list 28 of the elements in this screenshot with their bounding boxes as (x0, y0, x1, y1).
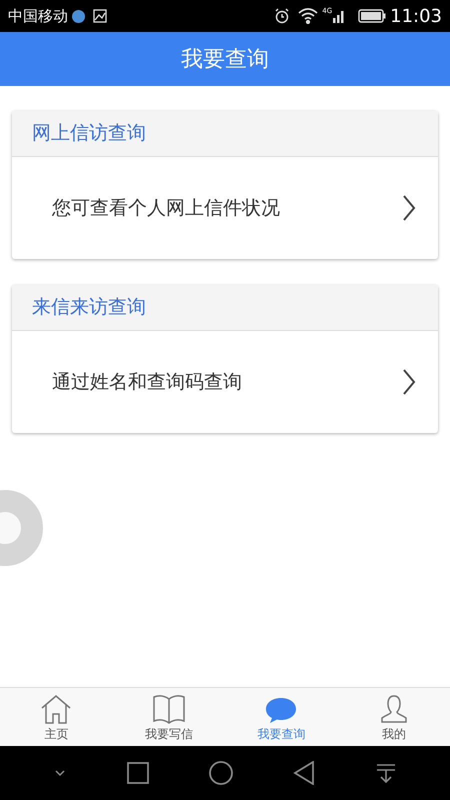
back-icon[interactable] (293, 761, 316, 785)
tab-item[interactable]: 我要写信 (112, 688, 225, 746)
alarm-icon (274, 8, 290, 24)
tab-item[interactable]: 我的 (338, 688, 450, 746)
chevron-right-icon (402, 369, 416, 395)
battery-icon (358, 9, 386, 23)
square-icon[interactable] (126, 762, 149, 784)
book-icon (152, 694, 186, 724)
page-title: 我要查询 (181, 46, 269, 74)
chevron-right-icon (402, 195, 416, 221)
tab-item[interactable]: 我要查询 (225, 688, 338, 746)
app-badge-icon (72, 10, 85, 22)
clock-time: 11:03 (390, 4, 442, 28)
chevron-down-icon[interactable] (54, 769, 66, 777)
tab-item[interactable]: 主页 (0, 688, 112, 746)
house-icon (40, 694, 72, 724)
circle-icon[interactable] (208, 761, 233, 785)
signal-icon (332, 9, 346, 23)
query-option[interactable]: 您可查看个人网上信件状况 (12, 157, 438, 259)
user-icon (380, 694, 408, 724)
image-icon (93, 9, 107, 23)
card-title: 来信来访查询 (32, 295, 146, 320)
chat-bubble-icon (265, 696, 298, 724)
carrier-name: 中国移动 (8, 6, 68, 27)
card-title: 网上信访查询 (32, 121, 146, 146)
query-option[interactable]: 通过姓名和查询码查询 (12, 331, 438, 433)
wifi-icon (298, 8, 318, 24)
pull-down-icon[interactable] (376, 763, 396, 783)
